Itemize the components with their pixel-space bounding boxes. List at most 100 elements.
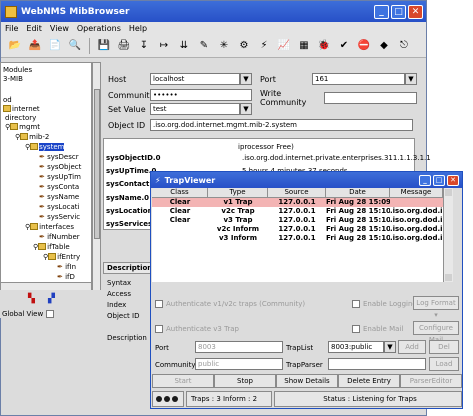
tree-leaf[interactable]: ✒ sysServic (39, 213, 80, 222)
tree-leaf[interactable]: ✒ sysObject (39, 163, 81, 172)
minimize-button[interactable]: _ (374, 4, 389, 19)
menu-help[interactable]: Help (129, 24, 147, 33)
scroll-down-arrow[interactable] (445, 274, 452, 281)
del-button[interactable]: Del (429, 340, 459, 354)
column-date[interactable]: Date (326, 188, 390, 197)
column-class[interactable]: Class (152, 188, 208, 197)
scroll-up-arrow[interactable] (445, 189, 452, 196)
trap-community-input[interactable]: public (195, 358, 283, 370)
print-icon[interactable]: 🖨 (116, 38, 132, 54)
trap-close-button[interactable]: ✕ (447, 174, 459, 186)
tree-item[interactable]: od (3, 96, 12, 105)
trapviewer-titlebar[interactable]: ⚡ TrapViewer _ □ ✕ (151, 172, 462, 188)
settings-icon[interactable]: ✔ (336, 38, 352, 54)
tree-item[interactable]: Modules (3, 66, 32, 75)
trap-port-input[interactable]: 8003 (195, 341, 283, 353)
tree-leaf[interactable]: ✒ ifNumber (39, 233, 80, 242)
configure-mail-button[interactable]: Configure Mail (413, 321, 459, 344)
tree-leaf[interactable]: ✒ sysLocati (39, 203, 79, 212)
add-button[interactable]: Add (398, 340, 426, 354)
maximize-button[interactable]: □ (391, 4, 406, 19)
menu-operations[interactable]: Operations (77, 24, 121, 33)
trap-minimize-button[interactable]: _ (419, 174, 431, 186)
tree-leaf[interactable]: ✒ sysUpTim (39, 173, 81, 182)
tree-item[interactable]: ⚲ mgmt (5, 123, 40, 132)
chevron-down-icon[interactable]: ▼ (405, 73, 417, 85)
tree-item[interactable]: ⚲ interfaces (25, 223, 74, 232)
table-row[interactable]: Clear v1 Trap 127.0.0.1 Fri Aug 28 15:09… (152, 198, 443, 207)
enable-mail-checkbox[interactable]: Enable Mail (352, 325, 403, 333)
enable-mail-check[interactable] (352, 325, 360, 333)
tree-leaf[interactable]: ✒ sysDescr (39, 153, 79, 162)
host-input[interactable]: localhost (150, 73, 240, 85)
column-message[interactable]: Message (390, 188, 443, 197)
table-row[interactable]: v3 Inform 127.0.0.1 Fri Aug 28 15:10:41.… (152, 234, 443, 243)
auth-v1v2c-checkbox[interactable]: Authenticate v1/v2c traps (Community) (155, 300, 305, 308)
multi-var-icon[interactable]: ⚙ (236, 38, 252, 54)
tree-item[interactable]: directory (5, 114, 36, 123)
tree-item[interactable]: internet (3, 105, 40, 114)
exit-icon[interactable]: ⎋ (396, 38, 412, 54)
global-view-checkbox[interactable]: Global View (2, 310, 55, 318)
tree-leaf[interactable]: ✒ ifD (57, 273, 75, 282)
tree-leaf[interactable]: ✒ sysName (39, 193, 79, 202)
graph-icon[interactable]: 📈 (276, 38, 292, 54)
write-community-input[interactable] (324, 92, 417, 104)
scrollbar-thumb[interactable] (94, 89, 100, 239)
tree-item-selected[interactable]: ⚲ system (25, 143, 65, 152)
log-format-button[interactable]: Log Format ▾ (413, 296, 459, 319)
traplist-select[interactable]: 8003:public (328, 341, 384, 353)
table-row[interactable]: v2c Inform 127.0.0.1 Fri Aug 28 15:10:41… (152, 225, 443, 234)
load-button[interactable]: Load (429, 357, 459, 371)
parser-editor-button[interactable]: ParserEditor (400, 374, 462, 388)
stop-icon[interactable]: ✳ (216, 38, 232, 54)
tree-item[interactable]: 3-MIB (3, 75, 23, 84)
trap-maximize-button[interactable]: □ (433, 174, 445, 186)
setvalue-input[interactable]: test (150, 103, 240, 115)
save-icon[interactable]: 💾 (96, 38, 112, 54)
getnext-icon[interactable]: ↦ (156, 38, 172, 54)
stop-button[interactable]: Stop (214, 374, 276, 388)
enable-logging-checkbox[interactable]: Enable Logging (352, 300, 417, 308)
unload-mib-icon[interactable]: 📤 (27, 38, 43, 54)
snmpv3-icon[interactable]: ◆ (376, 38, 392, 54)
get-icon[interactable]: ↧ (136, 38, 152, 54)
getbulk-icon[interactable]: ⇊ (176, 38, 192, 54)
community-input[interactable]: •••••• (150, 89, 252, 101)
chevron-down-icon[interactable]: ▼ (384, 341, 396, 353)
main-titlebar[interactable]: WebNMS MibBrowser _ □ ✕ (1, 1, 426, 22)
find-icon[interactable]: 🔍 (67, 38, 83, 54)
column-type[interactable]: Type (208, 188, 268, 197)
tree-item[interactable]: ⚲ ifEntry (43, 253, 80, 262)
port-input[interactable]: 161 (312, 73, 405, 85)
auth-v3-checkbox[interactable]: Authenticate v3 Trap (155, 325, 239, 333)
chevron-down-icon[interactable]: ▼ (240, 103, 252, 115)
table-row[interactable]: Clear v3 Trap 127.0.0.1 Fri Aug 28 15:10… (152, 216, 443, 225)
tree-item[interactable]: ⚲ ifTable (33, 243, 70, 252)
enable-logging-check[interactable] (352, 300, 360, 308)
menu-view[interactable]: View (50, 24, 69, 33)
stop-sign-icon[interactable]: ⛔ (356, 38, 372, 54)
trap-table-scrollbar[interactable] (443, 188, 453, 282)
trap-table-body[interactable]: Clear v1 Trap 127.0.0.1 Fri Aug 28 15:09… (152, 198, 443, 282)
trapparser-input[interactable] (328, 358, 426, 370)
column-source[interactable]: Source (268, 188, 326, 197)
trap-viewer-icon[interactable]: ⚡ (256, 38, 272, 54)
menu-edit[interactable]: Edit (26, 24, 42, 33)
tree-item[interactable]: ⚲ mib-2 (15, 133, 49, 142)
tree-leaf[interactable]: ✒ sysConta (39, 183, 79, 192)
table-row[interactable]: Clear v2c Trap 127.0.0.1 Fri Aug 28 15:1… (152, 207, 443, 216)
mib-tree[interactable]: Modules 3-MIB od internet directory ⚲ mgm… (0, 62, 92, 303)
tree-vertical-scrollbar[interactable] (92, 62, 101, 303)
global-view-check[interactable] (46, 310, 55, 318)
auth-v3-check[interactable] (155, 325, 163, 333)
auth-v1v2c-check[interactable] (155, 300, 163, 308)
menu-file[interactable]: File (5, 24, 18, 33)
table-icon[interactable]: ▦ (296, 38, 312, 54)
delete-entry-button[interactable]: Delete Entry (338, 374, 400, 388)
mib-description-icon[interactable]: 📄 (47, 38, 63, 54)
show-details-button[interactable]: Show Details (276, 374, 338, 388)
start-button[interactable]: Start (152, 374, 214, 388)
debug-icon[interactable]: 🐞 (316, 38, 332, 54)
objectid-input[interactable]: .iso.org.dod.internet.mgmt.mib-2.system (150, 119, 413, 131)
